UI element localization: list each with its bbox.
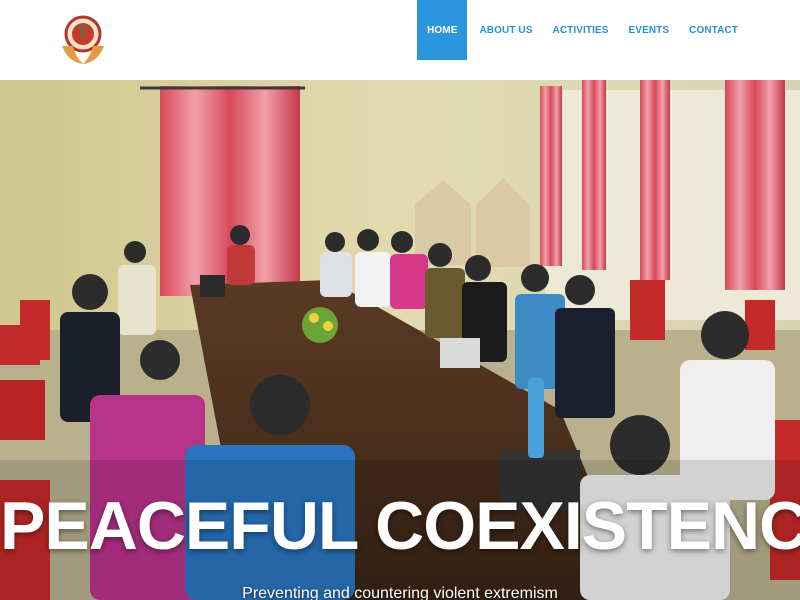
nav-activities[interactable]: ACTIVITIES [543, 0, 619, 60]
logo-icon[interactable] [58, 10, 108, 70]
hero-banner: PEACEFUL COEXISTENCE Preventing and coun… [0, 80, 800, 600]
nav-contact[interactable]: CONTACT [679, 0, 748, 60]
nav-home[interactable]: HOME [417, 0, 468, 60]
nav-about-us[interactable]: ABOUT US [469, 0, 542, 60]
hero-subtitle: Preventing and countering violent extrem… [242, 585, 558, 600]
hero-title: PEACEFUL COEXISTENCE [0, 488, 800, 564]
main-nav: HOME ABOUT US ACTIVITIES EVENTS CONTACT [417, 0, 748, 60]
nav-events[interactable]: EVENTS [619, 0, 680, 60]
site-header: HOME ABOUT US ACTIVITIES EVENTS CONTACT [0, 0, 800, 81]
